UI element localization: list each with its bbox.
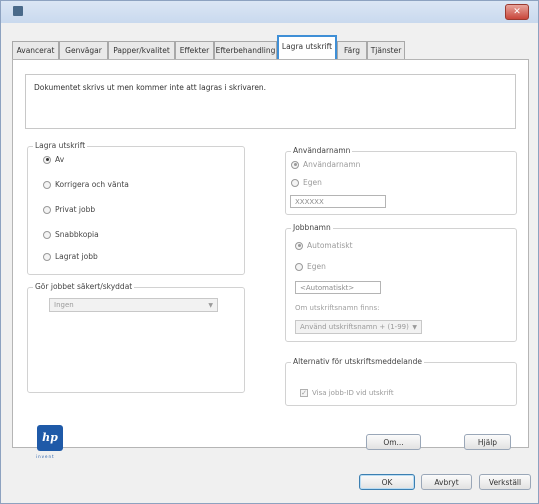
secure-job-select[interactable]: Ingen ▼ [49,298,218,312]
radio-off[interactable]: Av [43,155,64,164]
cancel-button[interactable]: Avbryt [421,474,472,490]
about-button[interactable]: Om... [366,434,421,450]
tab-shortcuts[interactable]: Genvägar [59,41,108,59]
tab-services[interactable]: Tjänster [367,41,405,59]
secure-job-value: Ingen [54,301,74,309]
notification-legend: Alternativ för utskriftsmeddelande [291,357,424,366]
radio-private-job[interactable]: Privat jobb [43,205,95,214]
username-group: Användarnamn Användarnamn Egen XXXXXX [285,146,517,215]
radio-dot [43,180,51,189]
job-name-group: Jobbnamn Automatiskt Egen <Automatiskt> … [285,223,517,342]
checkmark-icon: ✓ [300,389,308,397]
radio-quick-copy[interactable]: Snabbkopia [43,230,99,239]
job-name-legend: Jobbnamn [291,223,333,232]
radio-dot [43,205,51,214]
radio-dot [43,155,51,164]
secure-job-group: Gör jobbet säkert/skyddat Ingen ▼ [27,282,245,393]
chevron-down-icon: ▼ [412,324,417,331]
tab-advanced[interactable]: Avancerat [12,41,59,59]
tab-job-storage[interactable]: Lagra utskrift [277,35,337,59]
radio-dot [43,252,51,261]
radio-job-name-custom-label: Egen [307,262,326,271]
show-job-id-label: Visa jobb-ID vid utskrift [312,389,394,397]
radio-dot [295,262,303,271]
radio-username-label: Användarnamn [303,160,361,169]
radio-proof-and-hold[interactable]: Korrigera och vänta [43,180,129,189]
radio-stored-job[interactable]: Lagrat jobb [43,252,98,261]
tab-color[interactable]: Färg [337,41,367,59]
radio-dot [295,241,303,250]
radio-job-name-auto-label: Automatiskt [307,241,353,250]
show-job-id-checkbox[interactable]: ✓ Visa jobb-ID vid utskrift [300,389,394,397]
radio-stored-job-label: Lagrat jobb [55,252,98,261]
info-box: Dokumentet skrivs ut men kommer inte att… [25,74,516,129]
info-text: Dokumentet skrivs ut men kommer inte att… [34,83,267,92]
help-button[interactable]: Hjälp [464,434,511,450]
radio-dot [43,230,51,239]
radio-job-name-auto[interactable]: Automatiskt [295,241,353,250]
dialog-window: ✕ Avancerat Genvägar Papper/kvalitet Eff… [0,0,539,504]
title-bar: ✕ [1,1,538,23]
job-name-exists-label: Om utskriftsnamn finns: [295,304,380,312]
notification-group: Alternativ för utskriftsmeddelande ✓ Visa… [285,357,517,406]
tab-effects[interactable]: Effekter [175,41,214,59]
job-name-exists-select[interactable]: Använd utskriftsnamn + (1-99) ▼ [295,320,422,334]
tab-paper-quality[interactable]: Papper/kvalitet [108,41,175,59]
radio-username-custom[interactable]: Egen [291,178,322,187]
hp-tagline: invent [36,454,55,459]
hp-logo: hp [37,425,63,451]
close-button[interactable]: ✕ [505,4,529,20]
username-input[interactable]: XXXXXX [290,195,386,208]
radio-quick-copy-label: Snabbkopia [55,230,99,239]
radio-dot [291,178,299,187]
job-storage-mode-legend: Lagra utskrift [33,141,88,150]
radio-off-label: Av [55,155,65,164]
radio-job-name-custom[interactable]: Egen [295,262,326,271]
radio-private-job-label: Privat jobb [55,205,96,214]
radio-dot [291,160,299,169]
secure-job-legend: Gör jobbet säkert/skyddat [33,282,135,291]
apply-button[interactable]: Verkställ [479,474,531,490]
tab-panel: Dokumentet skrivs ut men kommer inte att… [12,59,529,450]
hp-logo-text: hp [42,431,58,444]
radio-username-custom-label: Egen [303,178,322,187]
radio-username[interactable]: Användarnamn [291,160,360,169]
job-name-exists-value: Använd utskriftsnamn + (1-99) [300,323,409,331]
printer-app-icon [13,6,23,16]
tab-finishing[interactable]: Efterbehandling [214,41,277,59]
job-storage-mode-group: Lagra utskrift Av Korrigera och vänta Pr… [27,141,245,275]
ok-button[interactable]: OK [359,474,415,490]
job-name-input[interactable]: <Automatiskt> [295,281,381,294]
chevron-down-icon: ▼ [208,302,213,309]
radio-proof-and-hold-label: Korrigera och vänta [55,180,129,189]
username-legend: Användarnamn [291,146,353,155]
